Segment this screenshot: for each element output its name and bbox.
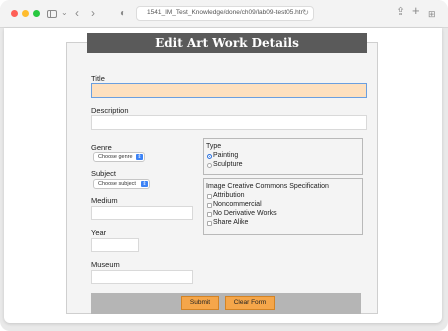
page-content: Edit Art Work Details Title Description … <box>4 28 442 323</box>
museum-input[interactable] <box>91 270 193 284</box>
title-label: Title <box>91 74 105 83</box>
genre-label: Genre <box>91 143 112 152</box>
subject-label: Subject <box>91 169 117 178</box>
genre-select-value: Choose genre <box>98 154 133 160</box>
painting-option-label: Painting <box>213 152 239 159</box>
checkbox-share-alike[interactable] <box>207 221 212 226</box>
zoom-window-button[interactable] <box>33 10 40 17</box>
chevron-down-icon[interactable]: ⌄ <box>61 7 68 19</box>
sculpture-option-label: Sculpture <box>213 161 243 168</box>
sidebar-toggle-icon[interactable] <box>47 10 57 18</box>
clear-form-button[interactable]: Clear Form <box>225 296 275 310</box>
address-bar[interactable]: 1541_IM_Test_Knowledge/done/ch09/lab09-t… <box>136 6 314 21</box>
radio-sculpture[interactable] <box>207 163 212 168</box>
noncommercial-option-label: Noncommercial <box>213 201 262 208</box>
select-arrows-icon: ⇕ <box>141 181 148 187</box>
minimize-window-button[interactable] <box>22 10 29 17</box>
privacy-shield-icon[interactable]: ◐ <box>120 8 126 20</box>
medium-input[interactable] <box>91 206 193 220</box>
type-label: Type <box>206 143 222 150</box>
address-url: 1541_IM_Test_Knowledge/done/ch09/lab09-t… <box>147 9 303 16</box>
radio-painting[interactable] <box>207 154 212 159</box>
form-title: Edit Art Work Details <box>87 33 367 53</box>
no-derivative-works-option-label: No Derivative Works <box>213 210 277 217</box>
checkbox-attribution[interactable] <box>207 194 212 199</box>
browser-toolbar: ⌄ ‹ › ◐ 1541_IM_Test_Knowledge/done/ch09… <box>0 0 448 28</box>
subject-select[interactable]: Choose subject ⇕ <box>93 179 150 189</box>
share-alike-option-label: Share Alike <box>213 219 249 226</box>
type-fieldset: Type Painting Sculpture <box>203 138 363 175</box>
museum-label: Museum <box>91 260 120 269</box>
license-fieldset: Image Creative Commons Specification Att… <box>203 178 363 235</box>
tab-overview-icon[interactable]: ⊞ <box>428 8 436 20</box>
description-input[interactable] <box>91 115 367 130</box>
form-frame: Edit Art Work Details Title Description … <box>66 33 378 314</box>
subject-select-value: Choose subject <box>98 181 136 187</box>
forward-icon[interactable]: › <box>91 7 95 19</box>
license-label: Image Creative Commons Specification <box>206 183 329 190</box>
year-input[interactable] <box>91 238 139 252</box>
title-input[interactable] <box>91 83 367 98</box>
year-label: Year <box>91 228 107 237</box>
medium-label: Medium <box>91 196 118 205</box>
button-bar: Submit Clear Form <box>91 293 361 314</box>
reload-icon[interactable]: ↻ <box>302 8 309 17</box>
checkbox-noncommercial[interactable] <box>207 203 212 208</box>
genre-select[interactable]: Choose genre ⇕ <box>93 152 145 162</box>
new-tab-icon[interactable]: + <box>412 4 420 17</box>
select-arrows-icon: ⇕ <box>136 154 143 160</box>
attribution-option-label: Attribution <box>213 192 245 199</box>
browser-window: ⌄ ‹ › ◐ 1541_IM_Test_Knowledge/done/ch09… <box>0 0 448 331</box>
share-icon[interactable]: ⇪ <box>396 6 405 18</box>
submit-button[interactable]: Submit <box>181 296 219 310</box>
description-label: Description <box>91 106 129 115</box>
close-window-button[interactable] <box>11 10 18 17</box>
back-icon[interactable]: ‹ <box>75 7 79 19</box>
checkbox-no-derivative-works[interactable] <box>207 212 212 217</box>
